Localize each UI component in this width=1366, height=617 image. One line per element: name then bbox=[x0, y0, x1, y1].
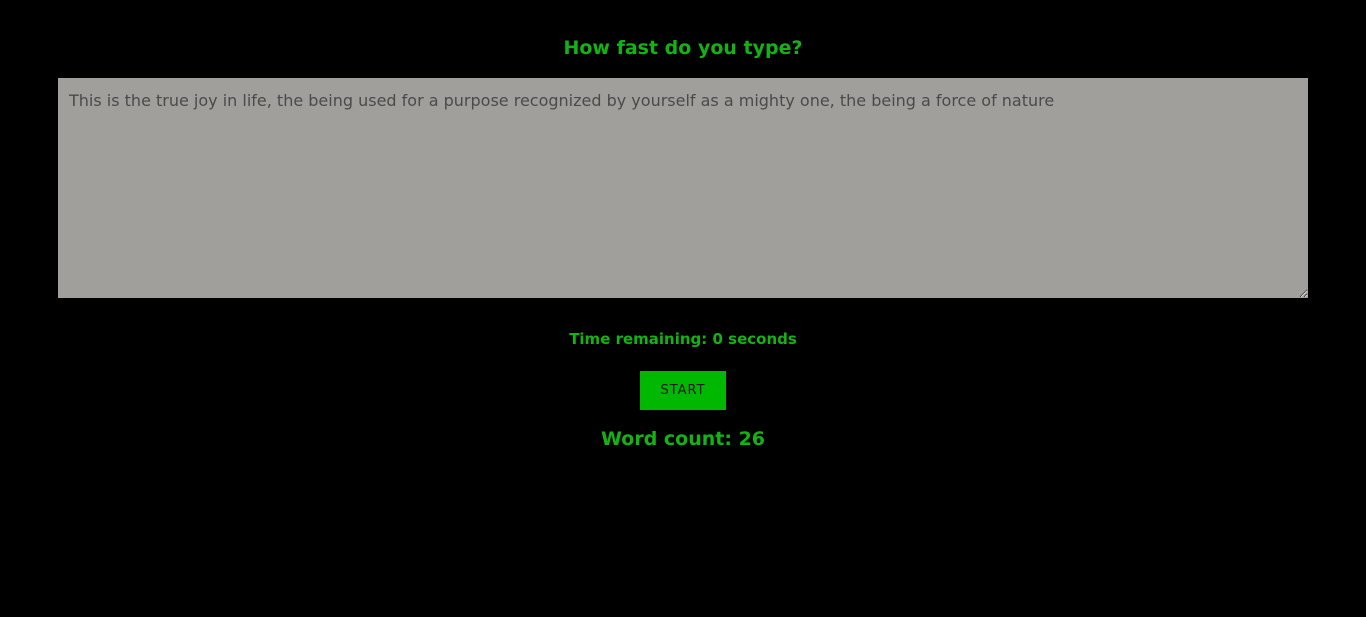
typing-test-page: How fast do you type? Time remaining: 0 … bbox=[0, 0, 1366, 617]
time-remaining: Time remaining: 0 seconds bbox=[569, 330, 797, 348]
word-count: Word count: 26 bbox=[600, 428, 766, 450]
start-button[interactable]: START bbox=[640, 371, 726, 410]
typing-input[interactable] bbox=[58, 78, 1308, 298]
page-title: How fast do you type? bbox=[563, 37, 803, 59]
